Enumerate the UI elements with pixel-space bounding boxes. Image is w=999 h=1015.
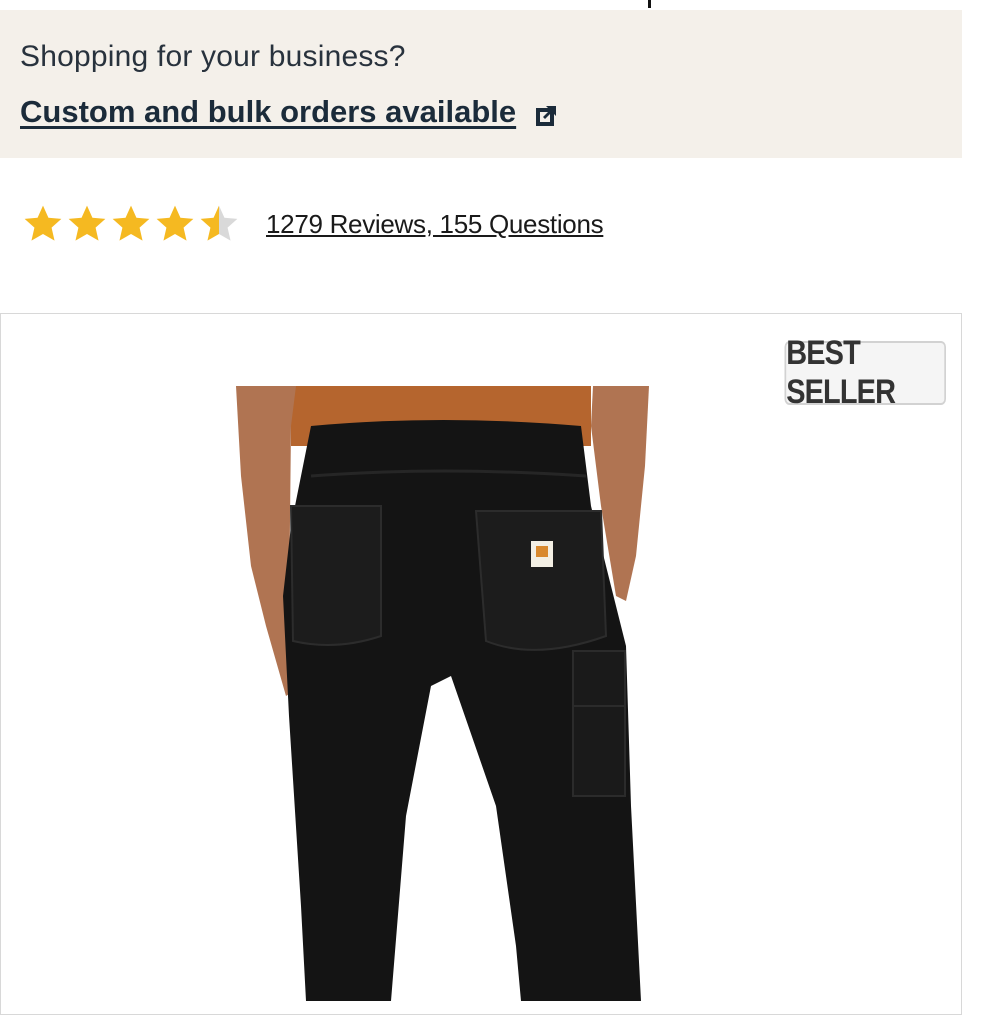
custom-bulk-orders-link[interactable]: Custom and bulk orders available [20,94,558,130]
star-icon [156,205,194,241]
star-icon [24,205,62,241]
banner-question: Shopping for your business? [20,40,406,73]
external-link-icon [534,100,558,126]
best-seller-badge: BEST SELLER [784,334,946,411]
fragment-mark [648,0,651,8]
star-icon [68,205,106,241]
product-image-card: BEST SELLER [0,313,962,1015]
page-top-fragment [0,0,962,10]
business-orders-banner: Shopping for your business? Custom and b… [0,10,962,158]
product-photo[interactable] [231,386,651,1001]
custom-bulk-orders-label: Custom and bulk orders available [20,94,517,129]
star-rating [22,203,240,245]
half-star-icon [200,205,238,241]
reviews-questions-link[interactable]: 1279 Reviews, 155 Questions [266,209,604,240]
star-icon [112,205,150,241]
rating-row: 1279 Reviews, 155 Questions [22,200,604,248]
